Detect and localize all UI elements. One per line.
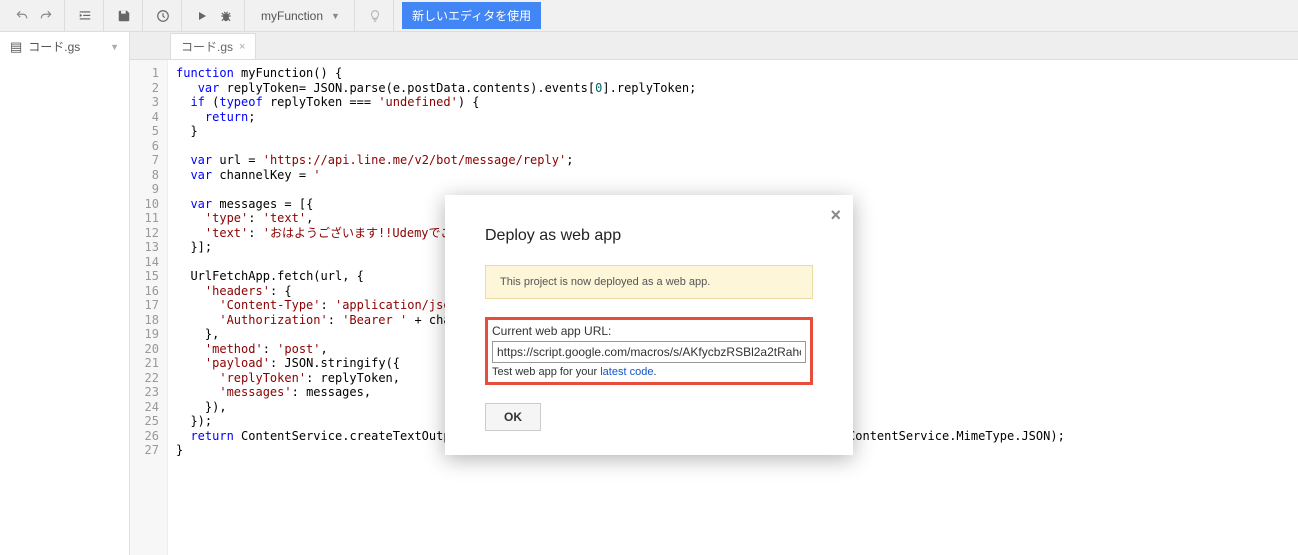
tab-code[interactable]: コード.gs × [170,33,256,59]
close-button[interactable]: × [830,205,841,226]
latest-code-link[interactable]: latest code [600,366,653,378]
save-button[interactable] [112,4,136,28]
tabs: コード.gs × [130,32,1298,60]
ok-button[interactable]: OK [485,403,541,431]
redo-button[interactable] [34,4,58,28]
line-gutter: 1234567891011121314151617181920212223242… [130,60,168,555]
undo-button[interactable] [10,4,34,28]
webapp-url-input[interactable] [492,341,806,363]
test-webapp-line: Test web app for your latest code. [492,366,806,378]
chevron-down-icon: ▼ [331,11,340,21]
function-select-label: myFunction [261,9,323,23]
new-editor-button[interactable]: 新しいエディタを使用 [402,2,541,29]
file-icon: ▤ [10,39,22,55]
chevron-down-icon: ▼ [110,42,119,52]
url-label: Current web app URL: [492,324,806,338]
triggers-button[interactable] [151,4,175,28]
url-highlight-box: Current web app URL: Test web app for yo… [485,317,813,385]
close-icon[interactable]: × [239,41,245,53]
dialog-title: Deploy as web app [485,227,813,245]
tab-label: コード.gs [181,38,233,55]
run-button[interactable] [190,4,214,28]
debug-button[interactable] [214,4,238,28]
sidebar-file-label: コード.gs [28,38,80,55]
lightbulb-button[interactable] [363,4,387,28]
deploy-dialog: × Deploy as web app This project is now … [445,195,853,455]
toolbar: myFunction ▼ 新しいエディタを使用 [0,0,1298,32]
sidebar: ▤ コード.gs ▼ [0,32,130,555]
deploy-notice: This project is now deployed as a web ap… [485,265,813,299]
sidebar-file-item[interactable]: ▤ コード.gs ▼ [0,32,129,61]
function-select[interactable]: myFunction ▼ [253,9,348,23]
indent-button[interactable] [73,4,97,28]
